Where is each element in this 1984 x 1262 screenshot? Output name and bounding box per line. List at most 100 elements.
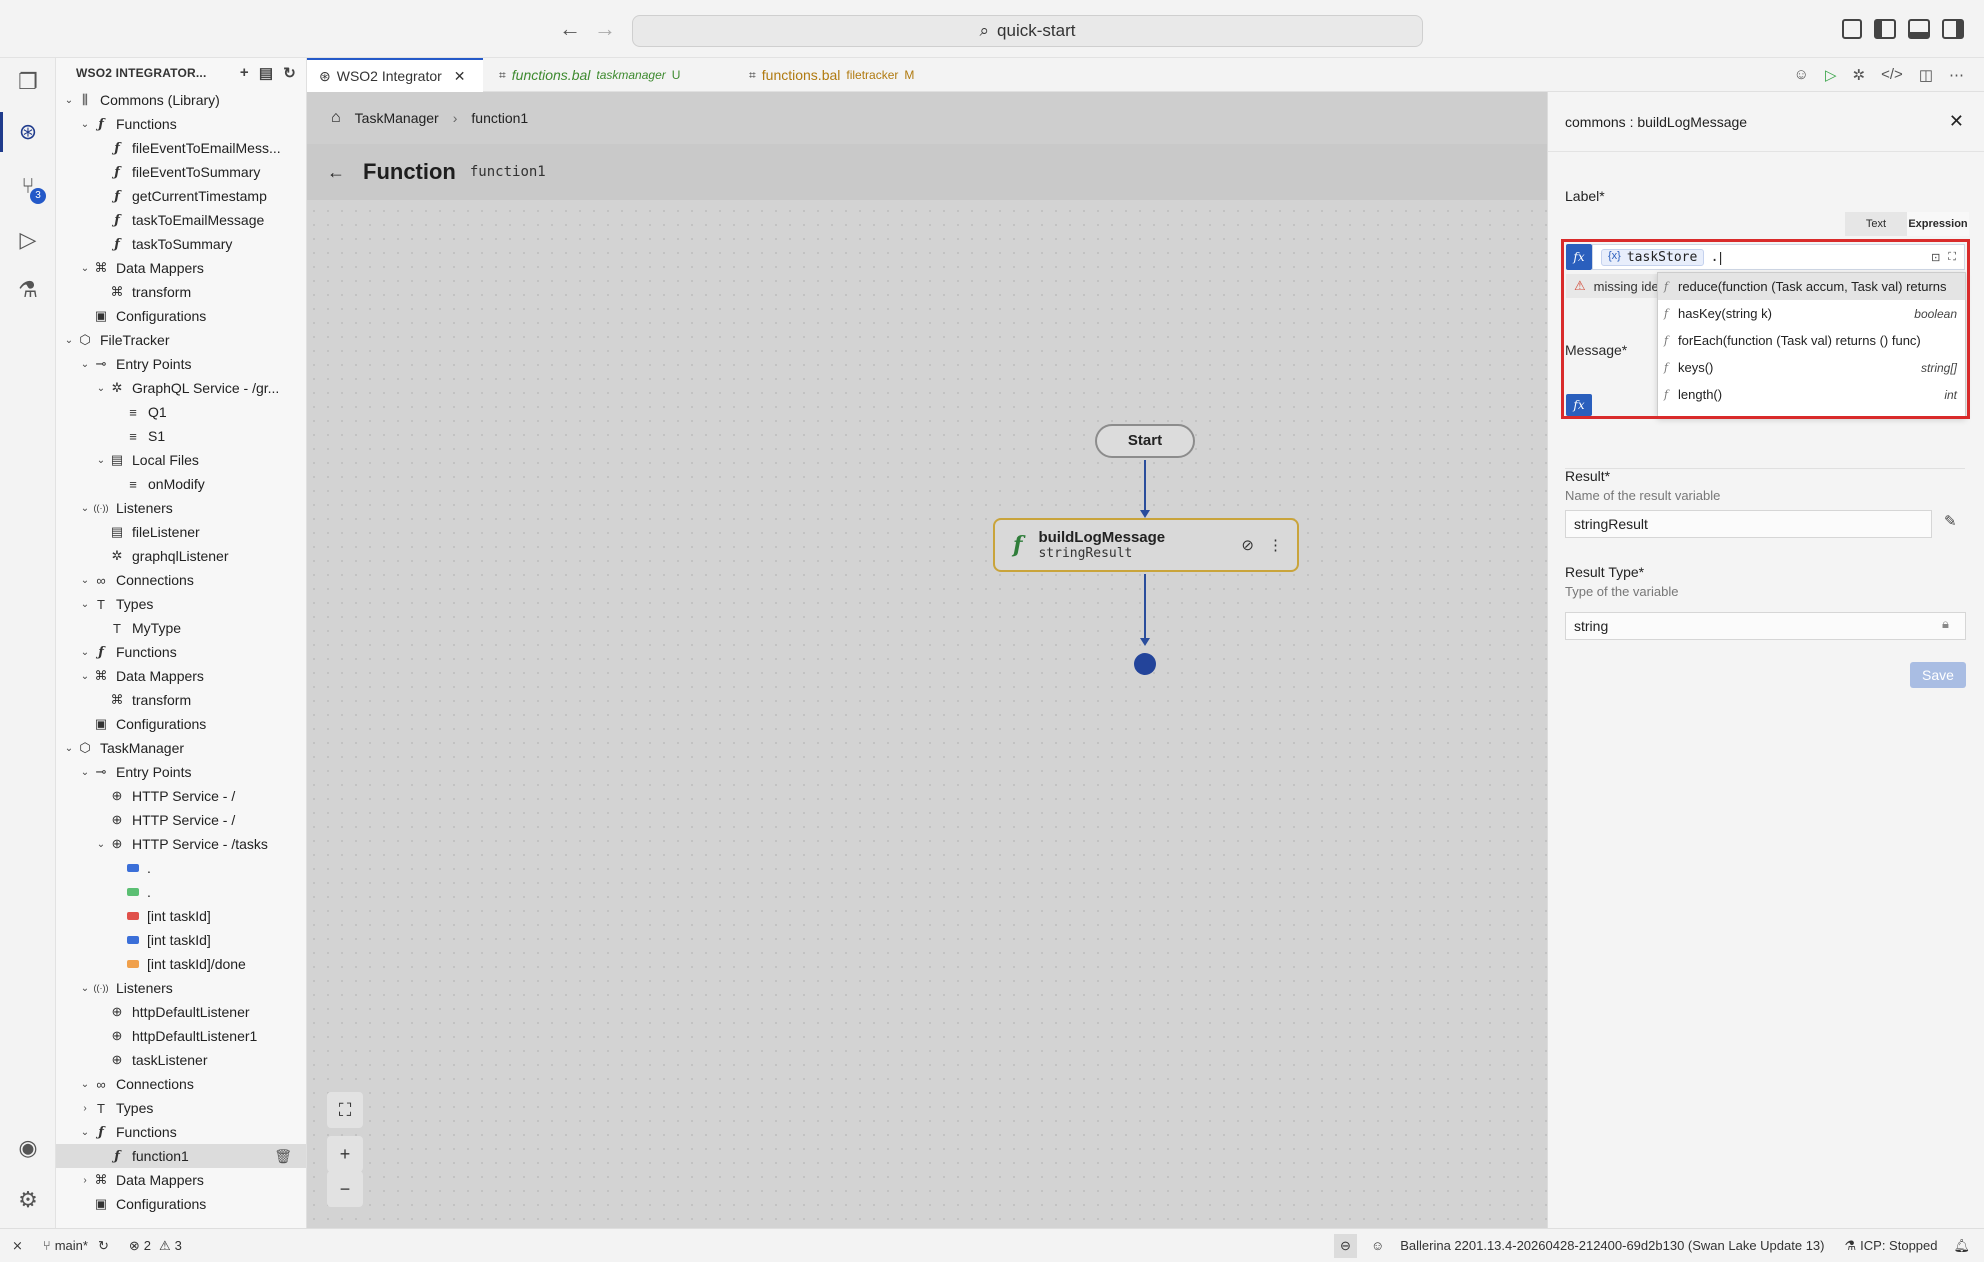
tab-functions-filetracker[interactable]: ⌗ functions.bal filetracker M xyxy=(737,58,926,92)
copilot-icon[interactable]: ☺ xyxy=(1794,66,1809,84)
tree-item[interactable]: ⌄ ƒ Functions xyxy=(56,112,306,136)
tree-item[interactable]: ≡ Q1 xyxy=(56,400,306,424)
tree-item[interactable]: ⊕ HTTP Service - / xyxy=(56,784,306,808)
tree-item[interactable]: ▣ Configurations xyxy=(56,304,306,328)
accounts-icon[interactable]: ◉ xyxy=(12,1132,44,1164)
tree-item[interactable]: ⌄ ⊸ Entry Points xyxy=(56,352,306,376)
tree-item[interactable]: ⌄ ((·)) Listeners xyxy=(56,976,306,1000)
tree-item[interactable]: T MyType xyxy=(56,616,306,640)
tree-item[interactable]: ⌄ ⌘ Data Mappers xyxy=(56,664,306,688)
function-call-node[interactable]: f buildLogMessage stringResult ⊘ ⋮ xyxy=(993,518,1299,572)
ballerina-version[interactable]: Ballerina 2201.13.4-20260428-212400-69d2… xyxy=(1400,1238,1824,1253)
chevron-down-icon[interactable]: ⌄ xyxy=(78,263,92,274)
settings-gear-icon[interactable]: ⚙ xyxy=(12,1184,44,1216)
chevron-down-icon[interactable]: ⌄ xyxy=(78,647,92,658)
branch-indicator[interactable]: ⑂ main* ↻ xyxy=(43,1238,109,1254)
tree-item[interactable]: ⌄ ((·)) Listeners xyxy=(56,496,306,520)
tree-item[interactable]: [int taskId]/done xyxy=(56,952,306,976)
tree-item[interactable]: ⌄ ⊕ HTTP Service - /tasks xyxy=(56,832,306,856)
toggle-panel-icon[interactable] xyxy=(1908,19,1930,39)
breadcrumb-item[interactable]: TaskManager xyxy=(355,110,439,126)
tree-item[interactable]: ƒ getCurrentTimestamp xyxy=(56,184,306,208)
chevron-down-icon[interactable]: ⌄ xyxy=(62,95,76,106)
split-editor-icon[interactable]: ◫ xyxy=(1919,66,1933,84)
problems-indicator[interactable]: ⊗ 2 ⚠ 3 xyxy=(129,1238,182,1254)
tree-item[interactable]: ⌄ ▤ Local Files xyxy=(56,448,306,472)
tree-item[interactable]: ▣ Configurations xyxy=(56,1192,306,1216)
text-mode-button[interactable]: Text xyxy=(1845,212,1907,236)
tree-item[interactable]: ⊕ httpDefaultListener xyxy=(56,1000,306,1024)
chevron-down-icon[interactable]: ⌄ xyxy=(78,983,92,994)
tab-wso2-integrator[interactable]: ⊛ WSO2 Integrator ✕ xyxy=(307,58,483,92)
chevron-down-icon[interactable]: ⌄ xyxy=(78,671,92,682)
run-icon[interactable]: ▷ xyxy=(1825,66,1837,84)
tree-item[interactable]: ▤ fileListener xyxy=(56,520,306,544)
chevron-down-icon[interactable]: ⌄ xyxy=(78,1079,92,1090)
new-file-icon[interactable]: ▤ xyxy=(259,64,273,82)
tree-item[interactable]: ⌄ ∞ Connections xyxy=(56,568,306,592)
tree-item[interactable]: › T Types xyxy=(56,1096,306,1120)
tab-functions-taskmanager[interactable]: ⌗ functions.bal taskmanager U xyxy=(487,58,692,92)
zoom-in-button[interactable]: + xyxy=(327,1136,363,1172)
flow-canvas[interactable]: ⌂ TaskManager › function1 ← Function fun… xyxy=(307,92,1547,1228)
zoom-out-button[interactable]: − xyxy=(327,1171,363,1207)
toggle-secondary-sidebar-icon[interactable] xyxy=(1942,19,1964,39)
tree-item[interactable]: ƒ taskToSummary xyxy=(56,232,306,256)
chevron-right-icon[interactable]: › xyxy=(78,1175,92,1186)
tree-item[interactable]: [int taskId] xyxy=(56,904,306,928)
zoom-out-icon[interactable]: ⊖ xyxy=(1334,1233,1357,1258)
chevron-down-icon[interactable]: ⌄ xyxy=(94,839,108,850)
expression-mode-button[interactable]: Expression xyxy=(1907,212,1969,236)
source-control-icon[interactable]: ⑂ 3 xyxy=(12,170,46,204)
tree-item[interactable]: ⌘ transform xyxy=(56,280,306,304)
notifications-bell-icon[interactable]: 🔔︎ xyxy=(1953,1238,1970,1254)
fit-view-icon[interactable]: ⛶ xyxy=(327,1092,363,1128)
chevron-down-icon[interactable]: ⌄ xyxy=(94,383,108,394)
tree-item[interactable]: . xyxy=(56,880,306,904)
tree-item[interactable]: . xyxy=(56,856,306,880)
add-icon[interactable]: + xyxy=(240,64,249,82)
tree-item[interactable]: ƒ function1 🗑︎ xyxy=(56,1144,306,1168)
customize-layout-icon[interactable] xyxy=(1842,19,1862,39)
node-menu-icon[interactable]: ⋮ xyxy=(1268,536,1283,554)
tree-item[interactable]: ⌄ ∞ Connections xyxy=(56,1072,306,1096)
explorer-icon[interactable]: ❐ xyxy=(12,66,44,98)
tree-item[interactable]: ≡ S1 xyxy=(56,424,306,448)
forward-arrow-icon[interactable]: → xyxy=(592,16,618,42)
edit-pencil-icon[interactable]: ✎ xyxy=(1944,512,1957,530)
tree-item[interactable]: ⌄ ƒ Functions xyxy=(56,1120,306,1144)
chevron-down-icon[interactable]: ⌄ xyxy=(78,575,92,586)
remote-icon[interactable]: ⨯ xyxy=(12,1238,23,1254)
chevron-down-icon[interactable]: ⌄ xyxy=(62,743,76,754)
tree-item[interactable]: ✲ graphqlListener xyxy=(56,544,306,568)
tree-item[interactable]: ⌄ ⫼ Commons (Library) xyxy=(56,88,306,112)
home-icon[interactable]: ⌂ xyxy=(331,109,341,127)
tree-item[interactable]: ƒ fileEventToSummary xyxy=(56,160,306,184)
start-node[interactable]: Start xyxy=(1095,424,1195,458)
back-arrow-icon[interactable]: ← xyxy=(557,16,583,42)
copilot-status-icon[interactable]: ☺ xyxy=(1371,1238,1384,1253)
close-tab-icon[interactable]: ✕ xyxy=(454,68,466,85)
tree-item[interactable]: ƒ taskToEmailMessage xyxy=(56,208,306,232)
chevron-down-icon[interactable]: ⌄ xyxy=(78,359,92,370)
icp-status[interactable]: ⚗ ICP: Stopped xyxy=(1845,1238,1938,1254)
chevron-right-icon[interactable]: › xyxy=(78,1103,92,1114)
tree-item[interactable]: ⊕ taskListener xyxy=(56,1048,306,1072)
tree-item[interactable]: ⊕ httpDefaultListener1 xyxy=(56,1024,306,1048)
tree-item[interactable]: ⌄ ✲ GraphQL Service - /gr... xyxy=(56,376,306,400)
tree-item[interactable]: ⌄ T Types xyxy=(56,592,306,616)
chevron-down-icon[interactable]: ⌄ xyxy=(78,119,92,130)
tree-item[interactable]: ⌄ ⊸ Entry Points xyxy=(56,760,306,784)
tree-item[interactable]: ≡ onModify xyxy=(56,472,306,496)
run-debug-icon[interactable]: ▷ xyxy=(12,224,44,256)
command-center-search[interactable]: ⌕ quick-start xyxy=(632,15,1423,47)
tree-item[interactable]: ⌄ ⬡ TaskManager xyxy=(56,736,306,760)
testing-icon[interactable]: ⚗ xyxy=(12,274,44,306)
close-icon[interactable]: ✕ xyxy=(1949,111,1964,132)
chevron-down-icon[interactable]: ⌄ xyxy=(78,599,92,610)
tree-item[interactable]: ⌘ transform xyxy=(56,688,306,712)
tree-item[interactable]: ⌄ ƒ Functions xyxy=(56,640,306,664)
tree-item[interactable]: ƒ fileEventToEmailMess... xyxy=(56,136,306,160)
chevron-down-icon[interactable]: ⌄ xyxy=(78,1127,92,1138)
save-button[interactable]: Save xyxy=(1910,662,1966,688)
